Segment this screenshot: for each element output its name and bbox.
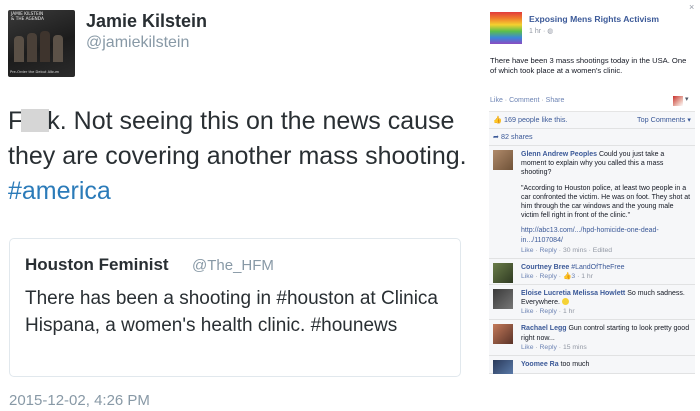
comment-reply-link[interactable]: Reply: [540, 273, 557, 280]
comment-time: · 15 mins: [556, 343, 587, 351]
comment-quote: "According to Houston police, at least t…: [521, 184, 691, 220]
comment-author[interactable]: Glenn Andrew Peoples: [521, 151, 597, 158]
quoted-author-name[interactable]: Houston Feminist: [25, 255, 169, 275]
commenter-avatar[interactable]: [493, 262, 513, 283]
chevron-down-icon[interactable]: ▾: [685, 95, 689, 103]
commenter-avatar[interactable]: [493, 359, 513, 374]
commenter-avatar[interactable]: [493, 289, 513, 310]
comment-body: Courtney Bree #LandOfTheFree: [521, 263, 691, 272]
comment-author[interactable]: Yoomee Ra: [521, 361, 559, 368]
comment-time: · 1 hr: [556, 308, 575, 316]
author-handle[interactable]: @jamiekilstein: [86, 34, 189, 52]
share-link[interactable]: Share: [546, 97, 565, 104]
tweet-text-rest: k. Not seeing this on the news cause the…: [8, 107, 467, 170]
comment-reply-link[interactable]: Reply: [540, 308, 557, 315]
comment: Yoomee Ra too much: [489, 356, 695, 374]
comment-like-link[interactable]: Like: [521, 308, 533, 315]
comment-meta: Like · Reply · 1 hr: [521, 308, 575, 316]
top-comments-dropdown[interactable]: Top Comments ▾: [637, 112, 691, 128]
shares-count[interactable]: 82 shares: [501, 132, 533, 141]
comment-reply-link[interactable]: Reply: [540, 344, 557, 351]
comment-author[interactable]: Rachael Legg: [521, 325, 567, 332]
comment-link[interactable]: Comment: [509, 97, 539, 104]
share-arrow-icon: ➦: [493, 132, 500, 141]
comment-meta: Like · Reply · 15 mins: [521, 343, 587, 351]
avatar-footer-text: Pre-Order the Debut Album: [10, 69, 60, 74]
shares-row[interactable]: ➦ 82 shares: [489, 129, 695, 146]
post-actions: Like · Comment · Share: [490, 97, 564, 104]
comment-meta: Like · Reply · 30 mins · Edited: [521, 246, 613, 254]
page-name[interactable]: Exposing Mens Rights Activism: [529, 14, 659, 24]
comment-like-link[interactable]: Like: [521, 247, 533, 254]
tweet-text: Fk. Not seeing this on the news cause th…: [8, 104, 468, 209]
comment-text: too much: [560, 360, 590, 368]
post-timestamp[interactable]: 1 hr · ◍: [529, 27, 553, 35]
comment-body: Glenn Andrew Peoples Could you just take…: [521, 150, 691, 245]
comment: Rachael Legg Gun control starting to loo…: [489, 320, 695, 356]
avatar-band-text: JAMIE KILSTEIN & THE AGENDA: [11, 12, 44, 22]
censor-blur: [21, 109, 50, 132]
facebook-post: Exposing Mens Rights Activism 1 hr · ◍ ×…: [478, 0, 700, 95]
comment-time: · 30 mins · Edited: [556, 246, 613, 254]
commenter-avatar[interactable]: [493, 150, 513, 170]
comment-body: Yoomee Ra too much: [521, 360, 691, 369]
comment-author[interactable]: Courtney Bree: [521, 264, 569, 271]
tweet-timestamp[interactable]: 2015-12-02, 4:26 PM: [9, 392, 150, 409]
comment-body: Eloise Lucretia Melissa Howlett So much …: [521, 289, 691, 307]
like-link[interactable]: Like: [490, 97, 503, 104]
page-avatar[interactable]: [490, 12, 522, 44]
comment-link[interactable]: http://abc13.com/.../hpd-homicide-one-de…: [521, 227, 659, 243]
tweet-card: JAMIE KILSTEIN & THE AGENDA Pre-Order th…: [0, 0, 478, 411]
band-members-image: [12, 30, 72, 62]
commenter-avatar[interactable]: [493, 324, 513, 345]
comment-meta: Like · Reply · 👍3 · 1 hr: [521, 273, 593, 281]
quoted-tweet[interactable]: Houston Feminist @The_HFM There has been…: [9, 238, 461, 377]
comments-section: 👍 169 people like this. Top Comments ▾ ➦…: [489, 111, 695, 374]
author-avatar[interactable]: JAMIE KILSTEIN & THE AGENDA Pre-Order th…: [8, 10, 75, 77]
quoted-tweet-text: There has been a shooting in #houston at…: [25, 288, 438, 336]
comment-like-link[interactable]: Like: [521, 273, 533, 280]
post-time: 1 hr ·: [529, 28, 548, 35]
comment: Eloise Lucretia Melissa Howlett So much …: [489, 285, 695, 321]
comment-reply-link[interactable]: Reply: [540, 247, 557, 254]
globe-icon: ◍: [547, 28, 554, 35]
comment-time: · 1 hr: [575, 273, 593, 281]
comment: Courtney Bree #LandOfTheFree Like · Repl…: [489, 259, 695, 286]
comment-like-link[interactable]: Like: [521, 344, 533, 351]
like-count[interactable]: 👍3: [563, 273, 575, 280]
likes-row[interactable]: 👍 169 people like this. Top Comments ▾: [489, 112, 695, 129]
post-text: There have been 3 mass shootings today i…: [490, 56, 687, 75]
comment-body: Rachael Legg Gun control starting to loo…: [521, 324, 691, 342]
comment-author[interactable]: Eloise Lucretia Melissa Howlett: [521, 290, 625, 297]
close-icon[interactable]: ×: [689, 2, 694, 12]
thumbs-up-icon: 👍: [493, 115, 502, 124]
likes-count[interactable]: 169 people like this.: [504, 115, 568, 124]
comment-text[interactable]: #LandOfTheFree: [571, 264, 624, 271]
quoted-author-handle[interactable]: @The_HFM: [192, 257, 274, 274]
top-comments-label: Top Comments: [637, 115, 686, 124]
comment: Glenn Andrew Peoples Could you just take…: [489, 146, 695, 259]
viewer-avatar[interactable]: [673, 96, 683, 106]
author-name[interactable]: Jamie Kilstein: [86, 11, 207, 32]
sad-face-icon: [561, 298, 569, 306]
hashtag-link[interactable]: #america: [8, 177, 111, 205]
